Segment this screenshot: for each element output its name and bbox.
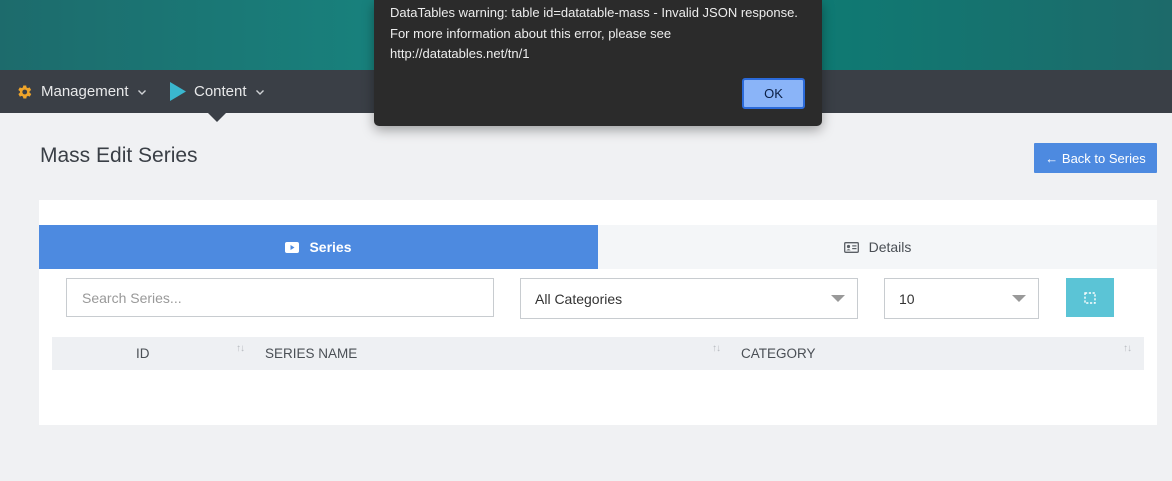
alert-dialog: DataTables warning: table id=datatable-m… [374, 0, 822, 126]
sort-icon[interactable]: ↑↓ [236, 343, 245, 354]
nav-management[interactable]: Management [15, 70, 147, 113]
tab-details-label: Details [868, 239, 912, 255]
alert-message: DataTables warning: table id=datatable-m… [390, 5, 798, 61]
page-length-select[interactable]: 10 [884, 278, 1039, 319]
caret-down-icon [831, 295, 845, 302]
ok-button[interactable]: OK [742, 78, 805, 109]
id-card-icon [843, 241, 859, 253]
mass-edit-card: Series Details All Categories 10 I [39, 200, 1157, 425]
chevron-down-icon [255, 87, 265, 97]
nav-management-label: Management [41, 83, 129, 100]
sort-icon[interactable]: ↑↓ [712, 343, 721, 354]
page-title: Mass Edit Series [40, 144, 198, 167]
nav-content-label: Content [194, 83, 247, 100]
column-header-id[interactable]: ID [136, 337, 150, 370]
category-select-value: All Categories [535, 290, 623, 307]
tab-details[interactable]: Details [598, 225, 1157, 269]
tab-series[interactable]: Series [39, 225, 598, 269]
dashed-square-icon [1084, 291, 1096, 304]
column-header-series-name[interactable]: SERIES NAME [265, 337, 357, 370]
table-header: ID ↑↓ SERIES NAME ↑↓ CATEGORY ↑↓ [52, 337, 1144, 370]
video-icon [285, 241, 300, 253]
column-header-category[interactable]: CATEGORY [741, 337, 816, 370]
search-input[interactable] [66, 278, 494, 317]
select-all-button[interactable] [1066, 278, 1114, 317]
gear-icon [15, 83, 33, 101]
play-icon [169, 82, 186, 101]
category-select[interactable]: All Categories [520, 278, 858, 319]
back-to-series-button[interactable]: ← Back to Series [1034, 143, 1157, 173]
chevron-down-icon [137, 87, 147, 97]
tab-series-label: Series [309, 239, 352, 255]
nav-content[interactable]: Content [169, 70, 265, 113]
page-length-value: 10 [899, 290, 915, 307]
sort-icon[interactable]: ↑↓ [1123, 343, 1132, 354]
caret-down-icon [1012, 295, 1026, 302]
active-menu-caret [208, 113, 226, 122]
